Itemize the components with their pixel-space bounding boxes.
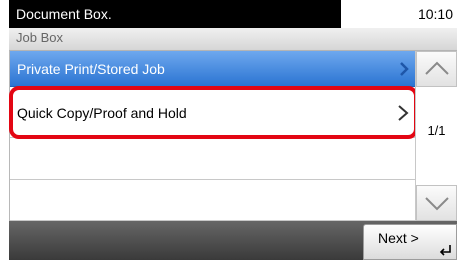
list-item-empty <box>10 180 416 221</box>
scroll-up-button[interactable] <box>416 51 457 87</box>
chevron-up-icon <box>425 61 449 75</box>
clock: 10:10 <box>417 6 453 22</box>
pager-column: 1/1 <box>415 51 457 221</box>
next-button-label: Next > <box>378 230 419 246</box>
enter-return-icon <box>439 245 451 256</box>
screen-title: Document Box. <box>9 0 341 28</box>
job-box-list: Private Print/Stored Job Quick Copy/Proo… <box>9 51 416 221</box>
list-item-quick-copy[interactable]: Quick Copy/Proof and Hold <box>10 88 416 138</box>
next-button[interactable]: Next > <box>363 224 457 260</box>
breadcrumb-bar: Job Box <box>9 28 457 51</box>
page-indicator: 1/1 <box>427 123 446 138</box>
chevron-right-icon <box>400 61 409 76</box>
list-item-private-print[interactable]: Private Print/Stored Job <box>10 51 416 87</box>
list-item-empty <box>10 138 416 180</box>
breadcrumb: Job Box <box>16 30 63 45</box>
status-bar: Document Box. 10:10 <box>0 0 457 28</box>
scroll-down-button[interactable] <box>416 185 457 221</box>
chevron-right-icon <box>398 104 409 121</box>
list-item-label: Quick Copy/Proof and Hold <box>17 104 187 121</box>
list-item-label: Private Print/Stored Job <box>17 60 165 77</box>
chevron-down-icon <box>425 197 449 211</box>
